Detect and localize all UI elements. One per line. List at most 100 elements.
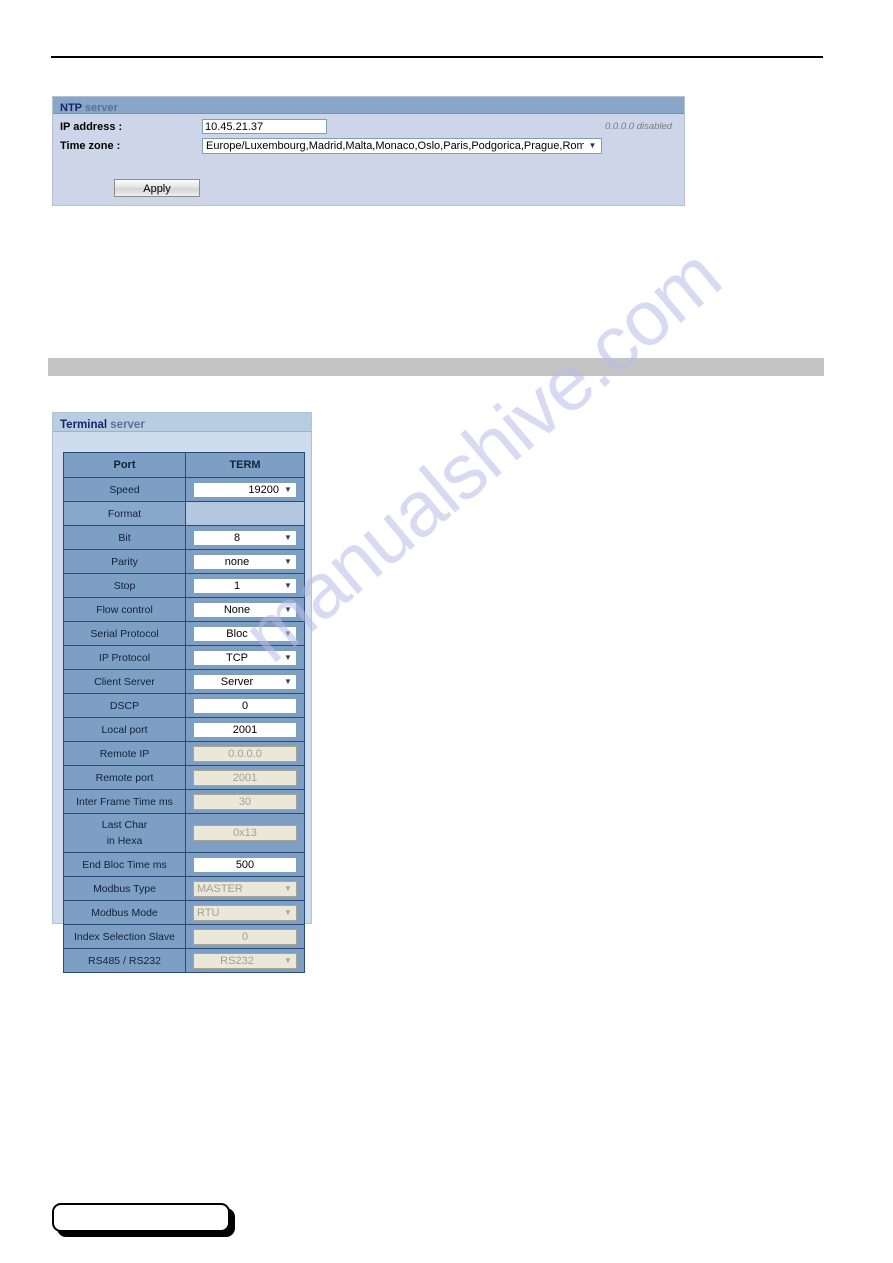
row-value-cell: 0x13: [185, 813, 305, 853]
chevron-down-icon[interactable]: ▼: [281, 627, 295, 640]
row-label-index-selection-slave: Index Selection Slave: [63, 924, 186, 949]
table-row: Bit 8 ▼: [63, 525, 305, 550]
row-value-cell: RTU ▼: [185, 900, 305, 925]
ip-address-label: IP address :: [60, 121, 123, 133]
row-label-ip-protocol: IP Protocol: [63, 645, 186, 670]
input-last-char-in-hexa: 0x13: [193, 825, 297, 841]
column-header-term: TERM: [185, 452, 305, 478]
row-value-cell: Bloc ▼: [185, 621, 305, 646]
chevron-down-icon[interactable]: ▼: [281, 531, 295, 544]
apply-button[interactable]: Apply: [114, 179, 200, 197]
footer-box-face: [52, 1203, 230, 1232]
terminal-panel-title-bold: Terminal: [60, 419, 108, 431]
table-row: Local port 2001: [63, 717, 305, 742]
table-row: Index Selection Slave 0: [63, 924, 305, 949]
input-dscp[interactable]: 0: [193, 697, 297, 714]
chevron-down-icon: ▼: [281, 906, 295, 919]
ntp-panel-header: NTP server: [53, 97, 684, 114]
row-label-modbus-type: Modbus Type: [63, 876, 186, 901]
chevron-down-icon: ▼: [281, 882, 295, 895]
chevron-glyph: ▼: [284, 907, 292, 917]
input-index-selection-slave: 0: [193, 928, 297, 945]
terminal-panel-title-light: server: [107, 419, 145, 431]
footer-rounded-box: [52, 1203, 235, 1237]
chevron-glyph: ▼: [284, 484, 292, 494]
row-label-flow-control: Flow control: [63, 597, 186, 622]
row-value-cell: 0.0.0.0: [185, 741, 305, 766]
row-value-cell: none ▼: [185, 549, 305, 574]
select-bit[interactable]: 8 ▼: [193, 529, 297, 546]
ntp-server-panel: NTP server IP address : 0.0.0.0 disabled…: [52, 96, 685, 206]
section-divider-band: [48, 358, 824, 376]
row-label-inter-frame-time-ms: Inter Frame Time ms: [63, 789, 186, 814]
ntp-ip-row: IP address : 0.0.0.0 disabled: [53, 118, 684, 137]
row-label-line: Last Char: [101, 819, 148, 831]
chevron-glyph: ▼: [284, 955, 292, 965]
table-row: End Bloc Time ms 500: [63, 852, 305, 877]
select-speed[interactable]: 19200 ▼: [193, 481, 297, 498]
row-value-cell: 8 ▼: [185, 525, 305, 550]
time-zone-selected-value: Europe/Luxembourg,Madrid,Malta,Monaco,Os…: [206, 140, 584, 152]
select-client-server[interactable]: Server ▼: [193, 673, 297, 690]
chevron-glyph: ▼: [284, 556, 292, 566]
chevron-down-icon[interactable]: ▼: [281, 483, 295, 496]
ip-address-input[interactable]: [202, 119, 327, 134]
input-local-port[interactable]: 2001: [193, 721, 297, 738]
row-label-line: in Hexa: [106, 835, 143, 847]
row-label-speed: Speed: [63, 477, 186, 502]
table-row: IP Protocol TCP ▼: [63, 645, 305, 670]
chevron-glyph: ▼: [284, 676, 292, 686]
row-value-cell: 2001: [185, 717, 305, 742]
row-value-cell: TCP ▼: [185, 645, 305, 670]
select-stop[interactable]: 1 ▼: [193, 577, 297, 594]
select-serial-protocol[interactable]: Bloc ▼: [193, 625, 297, 642]
chevron-down-icon[interactable]: ▼: [281, 603, 295, 616]
chevron-down-icon[interactable]: ▼: [281, 555, 295, 568]
row-label-modbus-mode: Modbus Mode: [63, 900, 186, 925]
row-value-cell: 19200 ▼: [185, 477, 305, 502]
chevron-down-icon[interactable]: ▼: [281, 651, 295, 664]
row-value-cell: 0: [185, 924, 305, 949]
chevron-glyph: ▼: [284, 580, 292, 590]
time-zone-label: Time zone :: [60, 140, 121, 152]
table-row: Stop 1 ▼: [63, 573, 305, 598]
select-modbus-mode: RTU ▼: [193, 904, 297, 921]
table-row: RS485 / RS232 RS232 ▼: [63, 948, 305, 973]
chevron-down-icon[interactable]: ▼: [281, 579, 295, 592]
chevron-glyph: ▼: [284, 604, 292, 614]
row-value-cell: 30: [185, 789, 305, 814]
row-value-cell: RS232 ▼: [185, 948, 305, 973]
page-top-rule: [51, 56, 823, 58]
chevron-down-icon[interactable]: ▼: [281, 675, 295, 688]
time-zone-select[interactable]: Europe/Luxembourg,Madrid,Malta,Monaco,Os…: [202, 138, 602, 154]
row-label-bit: Bit: [63, 525, 186, 550]
row-label-client-server: Client Server: [63, 669, 186, 694]
row-label-last-char-in-hexa: Last Char in Hexa: [63, 813, 186, 853]
select-ip-protocol[interactable]: TCP ▼: [193, 649, 297, 666]
row-label-remote-ip: Remote IP: [63, 741, 186, 766]
table-row: DSCP 0: [63, 693, 305, 718]
row-label-local-port: Local port: [63, 717, 186, 742]
ip-address-hint: 0.0.0.0 disabled: [605, 121, 673, 132]
row-value-cell: 500: [185, 852, 305, 877]
row-label-stop: Stop: [63, 573, 186, 598]
table-header-row: Port TERM: [63, 452, 305, 478]
input-end-bloc-time-ms[interactable]: 500: [193, 856, 297, 873]
row-value-cell: [185, 501, 305, 526]
row-label-serial-protocol: Serial Protocol: [63, 621, 186, 646]
table-row: Parity none ▼: [63, 549, 305, 574]
select-flow-control[interactable]: None ▼: [193, 601, 297, 618]
table-row: Remote IP 0.0.0.0: [63, 741, 305, 766]
chevron-down-icon[interactable]: ▼: [585, 140, 600, 152]
row-value-cell: Server ▼: [185, 669, 305, 694]
table-row: Inter Frame Time ms 30: [63, 789, 305, 814]
table-row: Remote port 2001: [63, 765, 305, 790]
row-label-parity: Parity: [63, 549, 186, 574]
chevron-glyph: ▼: [284, 532, 292, 542]
select-parity[interactable]: none ▼: [193, 553, 297, 570]
chevron-down-icon: ▼: [281, 954, 295, 967]
row-value-cell: 0: [185, 693, 305, 718]
row-label-format: Format: [63, 501, 186, 526]
input-remote-port: 2001: [193, 769, 297, 786]
row-value-cell: MASTER ▼: [185, 876, 305, 901]
